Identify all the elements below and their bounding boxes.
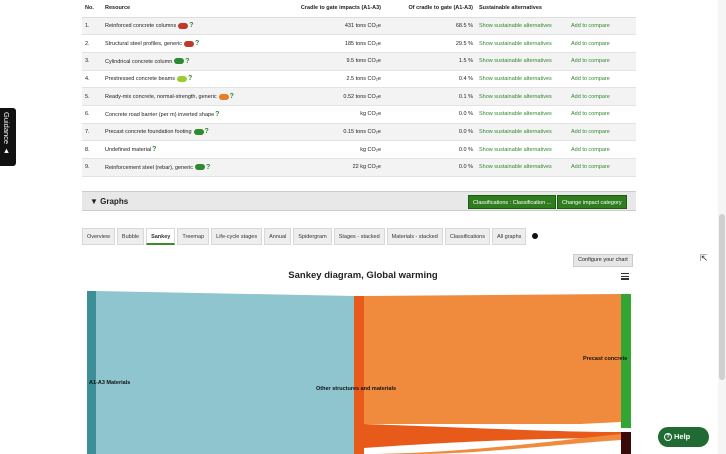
- help-label: Help: [674, 432, 691, 441]
- sankey-node-source[interactable]: [87, 291, 96, 454]
- help-button[interactable]: ? Help: [658, 427, 709, 447]
- sankey-label-target: Precast concrete: [583, 356, 627, 362]
- sankey-chart: A1-A3 Materials Other structures and mat…: [87, 291, 631, 454]
- scrollbar-thumb[interactable]: [719, 214, 725, 380]
- sankey-node-middle[interactable]: [354, 296, 364, 454]
- sankey-flow-1[interactable]: [96, 291, 354, 454]
- sankey-node-dark[interactable]: [621, 432, 631, 454]
- sankey-flow-3[interactable]: [364, 424, 621, 448]
- sankey-label-middle: Other structures and materials: [316, 386, 396, 392]
- mouse-cursor-icon: ⇱: [700, 253, 708, 263]
- help-icon: ?: [664, 433, 672, 442]
- sankey-label-source: A1-A3 Materials: [89, 380, 130, 386]
